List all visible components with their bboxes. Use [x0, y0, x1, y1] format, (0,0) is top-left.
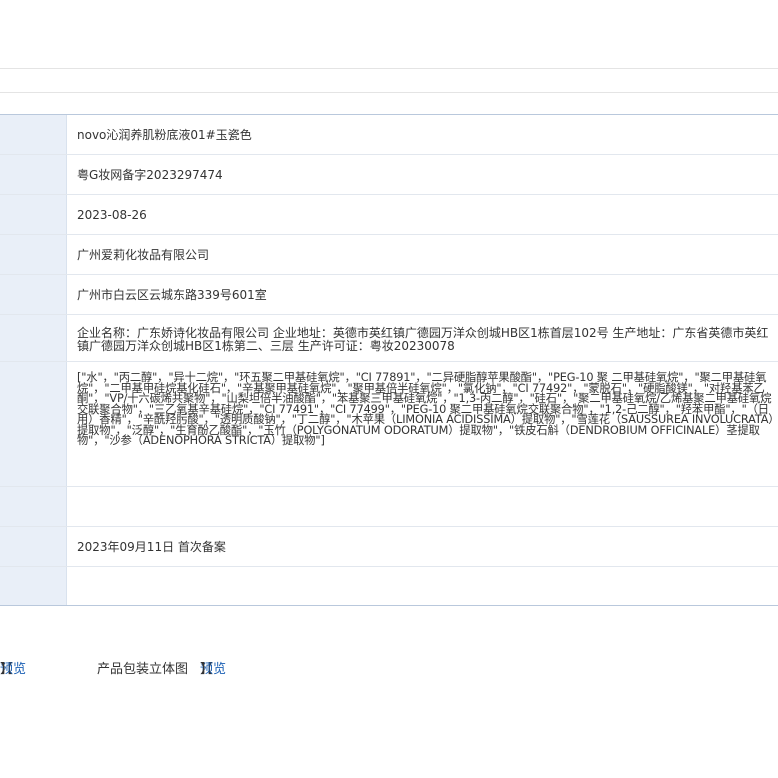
filing-status-value: 2023年09月11日 首次备案 [77, 540, 226, 554]
table-row-filer: 广州爱莉化妆品有限公司 [0, 235, 778, 275]
table-row-product-name: novo沁润养肌粉底液01#玉瓷色 [0, 115, 778, 155]
top-divider-1 [0, 68, 778, 69]
product-detail-table: novo沁润养肌粉底液01#玉瓷色 粤G妆网备字2023297474 2023-… [0, 114, 778, 606]
ingredients-value: ["水"，"丙二醇"，"异十二烷"，"环五聚二甲基硅氧烷"，"CI 77891"… [77, 371, 774, 447]
registration-no-value: 粤G妆网备字2023297474 [77, 168, 223, 182]
top-divider-2 [0, 92, 778, 93]
product-name-value: novo沁润养肌粉底液01#玉瓷色 [77, 128, 252, 142]
table-row-filing-status: 2023年09月11日 首次备案 [0, 527, 778, 567]
filer-value: 广州爱莉化妆品有限公司 [77, 248, 210, 262]
manufacturer-info-value: 企业名称：广东娇诗化妆品有限公司 企业地址：英德市英红镇广德园万洋众创城HB区1… [77, 326, 769, 353]
table-row-filer-address: 广州市白云区云城东路339号601室 [0, 275, 778, 315]
ingredients-cell: ["水"，"丙二醇"，"异十二烷"，"环五聚二甲基硅氧烷"，"CI 77891"… [77, 362, 778, 486]
package-image-label: 产品包装立体图 [97, 662, 189, 677]
filing-date-value: 2023-08-26 [77, 207, 147, 222]
table-row-ingredients: ["水"，"丙二醇"，"异十二烷"，"环五聚二甲基硅氧烷"，"CI 77891"… [0, 362, 778, 487]
filer-address-value: 广州市白云区云城东路339号601室 [77, 288, 267, 302]
attachment-footer: 【预览】 产品包装立体图 【预览】 [0, 658, 778, 678]
table-row-empty-2 [0, 567, 778, 605]
bracket-close-1: 】 [0, 662, 14, 677]
empty-value-1 [77, 487, 778, 526]
empty-value-2 [77, 567, 778, 605]
manufacturer-cell: 企业名称：广东娇诗化妆品有限公司 企业地址：英德市英红镇广德园万洋众创城HB区1… [77, 315, 778, 361]
table-row-registration-no: 粤G妆网备字2023297474 [0, 155, 778, 195]
table-row-manufacturer: 企业名称：广东娇诗化妆品有限公司 企业地址：英德市英红镇广德园万洋众创城HB区1… [0, 315, 778, 362]
table-row-empty-1 [0, 487, 778, 527]
bracket-close-2: 】 [200, 662, 214, 677]
table-row-filing-date: 2023-08-26 [0, 195, 778, 235]
